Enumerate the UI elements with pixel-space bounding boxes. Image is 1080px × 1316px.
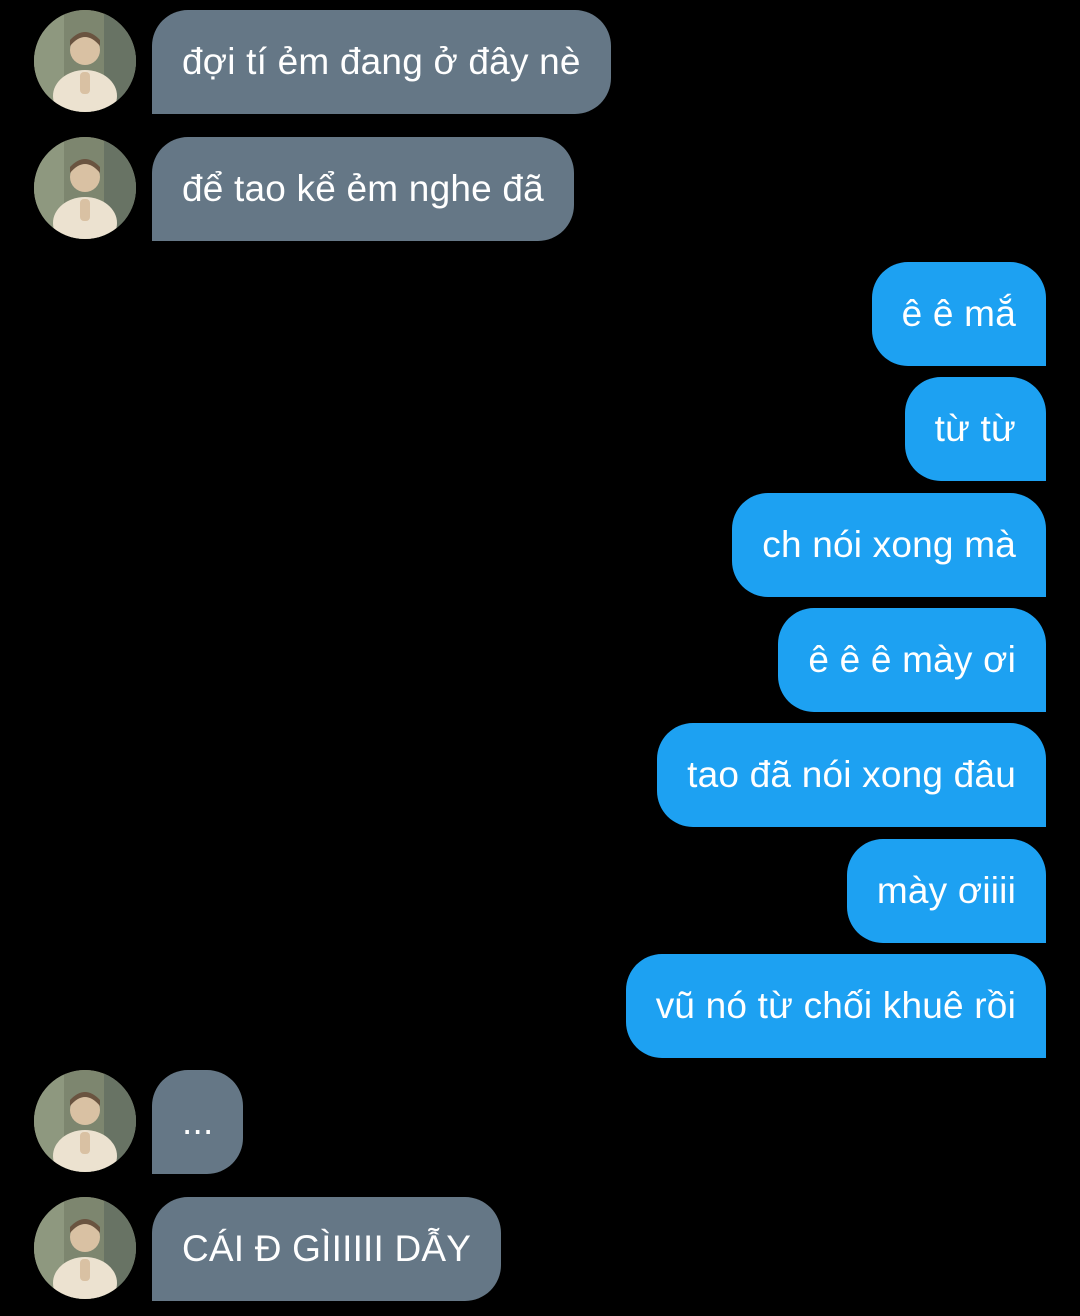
outgoing-message-bubble[interactable]: ê ê ê mày ơi [778, 608, 1046, 712]
outgoing-message-bubble[interactable]: tao đã nói xong đâu [657, 723, 1046, 827]
outgoing-message-bubble[interactable]: mày ơiiii [846, 839, 1046, 943]
incoming-message-bubble[interactable]: ... [152, 1070, 244, 1174]
outgoing-message-bubble[interactable]: từ từ [904, 377, 1046, 481]
contact-avatar[interactable] [34, 10, 136, 112]
incoming-message-bubble[interactable]: đợi tí ẻm đang ở đây nè [152, 10, 611, 114]
contact-avatar[interactable] [34, 1070, 136, 1172]
incoming-message-bubble[interactable]: để tao kể ẻm nghe đã [152, 137, 574, 241]
person-photo-icon [34, 10, 136, 112]
contact-avatar[interactable] [34, 137, 136, 239]
person-photo-icon [34, 137, 136, 239]
chat-thread: đợi tí ẻm đang ở đây nè để tao kể ẻm ngh… [0, 0, 1080, 1316]
incoming-message-bubble[interactable]: CÁI Đ GÌIIIII DẪY [152, 1197, 502, 1301]
person-photo-icon [34, 1197, 136, 1299]
outgoing-message-bubble[interactable]: ch nói xong mà [732, 493, 1046, 597]
person-photo-icon [34, 1070, 136, 1172]
outgoing-message-bubble[interactable]: vũ nó từ chối khuê rồi [625, 954, 1046, 1058]
contact-avatar[interactable] [34, 1197, 136, 1299]
outgoing-message-bubble[interactable]: ê ê mắ [871, 262, 1046, 366]
